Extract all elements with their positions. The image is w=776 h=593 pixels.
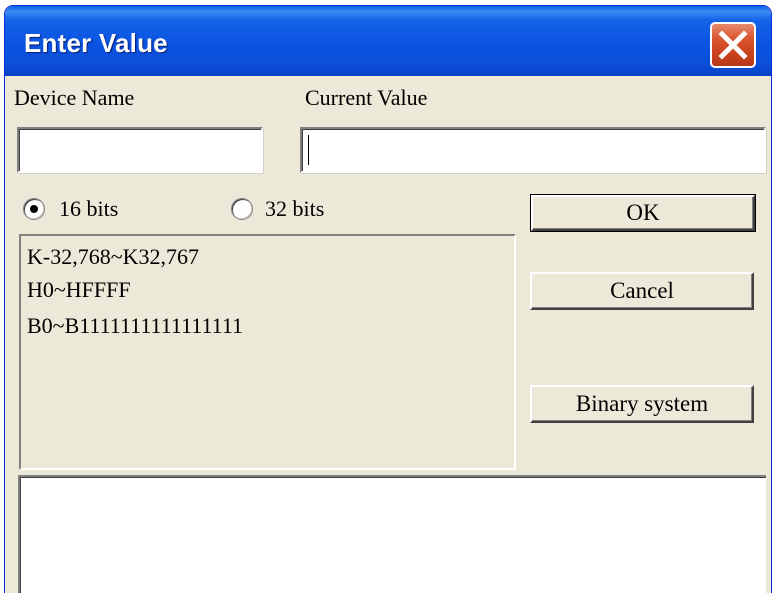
device-name-field[interactable] — [17, 127, 263, 173]
radio-32-bits-label: 32 bits — [265, 196, 325, 221]
output-area[interactable] — [18, 475, 766, 593]
radio-16-bits-label: 16 bits — [59, 196, 119, 221]
range-decimal: K-32,768~K32,767 — [27, 244, 200, 269]
close-button[interactable] — [710, 22, 756, 68]
binary-system-button[interactable]: Binary system — [530, 385, 754, 423]
cancel-button[interactable]: Cancel — [530, 272, 754, 310]
ok-button[interactable]: OK — [530, 194, 756, 232]
dialog-body: Device Name Current Value 16 bits 32 bit… — [10, 76, 766, 593]
cancel-button-label: Cancel — [610, 278, 674, 303]
current-value-label: Current Value — [305, 85, 428, 110]
radio-16-bits-button[interactable] — [23, 198, 45, 220]
close-icon — [718, 30, 748, 60]
radio-32-bits[interactable]: 32 bits — [231, 196, 324, 222]
current-value-field[interactable] — [300, 127, 766, 173]
ok-button-label: OK — [626, 200, 660, 225]
enter-value-dialog: Enter Value Device Name Current Value 16… — [5, 6, 771, 593]
radio-16-bits[interactable]: 16 bits — [23, 196, 118, 222]
text-caret — [308, 135, 309, 165]
title-bar[interactable]: Enter Value — [5, 6, 771, 76]
radio-32-bits-button[interactable] — [231, 198, 253, 220]
range-hex: H0~HFFFF — [27, 277, 131, 302]
device-name-label: Device Name — [14, 85, 135, 110]
window-title: Enter Value — [24, 28, 168, 58]
range-binary: B0~B1111111111111111 — [27, 313, 244, 338]
range-info-box: K-32,768~K32,767 H0~HFFFF B0~B1111111111… — [19, 234, 516, 470]
binary-system-button-label: Binary system — [575, 391, 709, 416]
